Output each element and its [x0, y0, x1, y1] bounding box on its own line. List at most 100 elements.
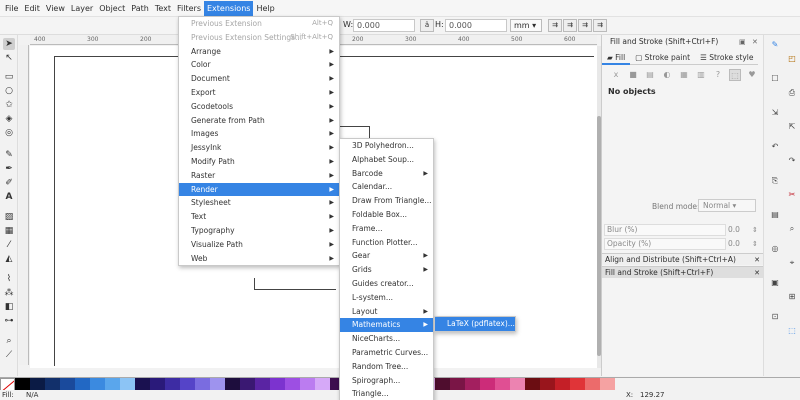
extensions-item-generate-from-path[interactable]: Generate from Path ▶ [179, 114, 339, 128]
rect-tool-icon[interactable]: ▭ [3, 71, 15, 83]
menu-layer[interactable]: Layer [68, 1, 96, 16]
undo-icon[interactable]: ↶ [769, 141, 781, 153]
export-icon[interactable]: ⇱ [786, 121, 798, 133]
save-icon[interactable]: ☐ [769, 73, 781, 85]
scale-corners-button[interactable]: ⇉ [563, 19, 577, 32]
extensions-item-document[interactable]: Document ▶ [179, 72, 339, 86]
menu-text[interactable]: Text [152, 1, 174, 16]
linear-gradient-icon[interactable]: ▤ [644, 69, 656, 81]
no-paint-icon[interactable]: x [610, 69, 622, 81]
blend-mode-select[interactable]: Normal ▾ [698, 199, 756, 212]
lock-ratio-icon[interactable]: ȃ [420, 19, 434, 32]
menu-help[interactable]: Help [253, 1, 277, 16]
extensions-item-typography[interactable]: Typography ▶ [179, 224, 339, 238]
eraser-tool-icon[interactable]: ◧ [3, 301, 15, 313]
render-item-parametric-curves[interactable]: Parametric Curves... [340, 346, 433, 360]
render-item-barcode[interactable]: Barcode ▶ [340, 167, 433, 181]
extensions-item-stylesheet[interactable]: Stylesheet ▶ [179, 196, 339, 210]
menu-view[interactable]: View [43, 1, 68, 16]
node-tool-icon[interactable]: ↖ [3, 52, 15, 64]
canvas-rectangle[interactable] [254, 278, 336, 290]
width-input[interactable]: 0.000 [353, 19, 415, 32]
extensions-item-jessyink[interactable]: JessyInk ▶ [179, 141, 339, 155]
blur-value[interactable]: 0.0 [728, 224, 750, 236]
zoom-tool-icon[interactable]: ⌕ [3, 335, 15, 347]
render-item-gear[interactable]: Gear ▶ [340, 249, 433, 263]
close-icon[interactable]: ✕ [752, 36, 758, 48]
render-item-alphabet-soup[interactable]: Alphabet Soup... [340, 153, 433, 167]
render-item-calendar[interactable]: Calendar... [340, 180, 433, 194]
cut-icon[interactable]: ✂ [786, 189, 798, 201]
opacity-stepper-icon[interactable]: ⇕ [752, 238, 762, 250]
menu-extensions[interactable]: Extensions [204, 0, 254, 16]
move-gradients-button[interactable]: ⇉ [578, 19, 592, 32]
render-item-layout[interactable]: Layout ▶ [340, 305, 433, 319]
unit-select[interactable]: mm ▾ [510, 19, 542, 32]
pencil-tool-icon[interactable]: ✎ [3, 149, 15, 161]
xml-editor-icon[interactable]: ⬚ [786, 325, 798, 337]
extensions-item-visualize-path[interactable]: Visualize Path ▶ [179, 238, 339, 252]
extensions-item-modify-path[interactable]: Modify Path ▶ [179, 155, 339, 169]
selector-tool-icon[interactable]: ➤ [3, 38, 15, 50]
close-icon[interactable]: ✕ [754, 254, 760, 266]
menu-path[interactable]: Path [128, 1, 152, 16]
tweak-tool-icon[interactable]: ⌇ [3, 273, 15, 285]
menu-object[interactable]: Object [96, 1, 128, 16]
extensions-item-web[interactable]: Web ▶ [179, 252, 339, 266]
zoom-page-icon[interactable]: ⌖ [786, 257, 798, 269]
move-patterns-button[interactable]: ⇉ [593, 19, 607, 32]
scale-stroke-button[interactable]: ⇉ [548, 19, 562, 32]
unset-icon[interactable]: ⬚ [729, 69, 741, 81]
spiral-tool-icon[interactable]: ◎ [3, 127, 15, 139]
render-item-mathematics[interactable]: Mathematics ▶ [340, 318, 433, 333]
import-icon[interactable]: ⇲ [769, 107, 781, 119]
print-icon[interactable]: ⎙ [786, 87, 798, 99]
extensions-item-render[interactable]: Render ▶ [179, 182, 339, 197]
pattern-icon[interactable]: ▥ [695, 69, 707, 81]
new-doc-icon[interactable]: ✎ [769, 39, 781, 51]
extensions-item-gcodetools[interactable]: Gcodetools ▶ [179, 100, 339, 114]
spray-tool-icon[interactable]: ⁂ [3, 287, 15, 299]
blur-stepper-icon[interactable]: ⇕ [752, 224, 762, 236]
paint-bucket-tool-icon[interactable]: ◭ [3, 253, 15, 265]
render-item-foldable-box[interactable]: Foldable Box... [340, 208, 433, 222]
circle-tool-icon[interactable]: ○ [3, 85, 15, 97]
render-item-function-plotter[interactable]: Function Plotter... [340, 236, 433, 250]
extensions-item-arrange[interactable]: Arrange ▶ [179, 45, 339, 59]
opacity-value[interactable]: 0.0 [728, 238, 750, 250]
render-item-guides-creator[interactable]: Guides creator... [340, 277, 433, 291]
docked-align-distribute[interactable]: Align and Distribute (Shift+Ctrl+A) ✕ [602, 253, 764, 265]
connector-tool-icon[interactable]: ⊶ [3, 315, 15, 327]
gradient-tool-icon[interactable]: ▨ [3, 211, 15, 223]
redo-icon[interactable]: ↷ [786, 155, 798, 167]
close-icon[interactable]: ✕ [754, 267, 760, 279]
paste-icon[interactable]: ▤ [769, 209, 781, 221]
zoom-icon[interactable]: ⌕ [786, 223, 798, 235]
mathematics-item-latex-pdflatex[interactable]: LaTeX (pdflatex)... [435, 317, 515, 331]
menu-edit[interactable]: Edit [21, 1, 43, 16]
radial-gradient-icon[interactable]: ◐ [661, 69, 673, 81]
flat-color-icon[interactable]: ■ [627, 69, 639, 81]
render-item-spirograph[interactable]: Spirograph... [340, 374, 433, 388]
extensions-item-export[interactable]: Export ▶ [179, 86, 339, 100]
render-item-random-tree[interactable]: Random Tree... [340, 360, 433, 374]
mesh-gradient-icon[interactable]: ▦ [678, 69, 690, 81]
dialog-menu-icon[interactable]: ▣ [739, 36, 746, 48]
render-item-3d-polyhedron[interactable]: 3D Polyhedron... [340, 139, 433, 153]
3dbox-tool-icon[interactable]: ◈ [3, 113, 15, 125]
render-item-nicecharts[interactable]: NiceCharts... [340, 332, 433, 346]
group-icon[interactable]: ⊞ [786, 291, 798, 303]
measure-tool-icon[interactable]: ⟋ [3, 349, 15, 361]
star-tool-icon[interactable]: ✩ [3, 99, 15, 111]
unset-heart-icon[interactable]: ♥ [746, 69, 758, 81]
dropper-tool-icon[interactable]: ⁄ [3, 239, 15, 251]
blur-slider[interactable]: Blur (%) [604, 224, 726, 236]
menu-file[interactable]: File [2, 1, 21, 16]
extensions-item-text[interactable]: Text ▶ [179, 210, 339, 224]
zoom-drawing-icon[interactable]: ◎ [769, 243, 781, 255]
ungroup-icon[interactable]: ⊡ [769, 311, 781, 323]
render-item-triangle[interactable]: Triangle... [340, 387, 433, 400]
render-item-draw-from-triangle[interactable]: Draw From Triangle... [340, 194, 433, 208]
extensions-item-color[interactable]: Color ▶ [179, 58, 339, 72]
opacity-slider[interactable]: Opacity (%) [604, 238, 726, 250]
